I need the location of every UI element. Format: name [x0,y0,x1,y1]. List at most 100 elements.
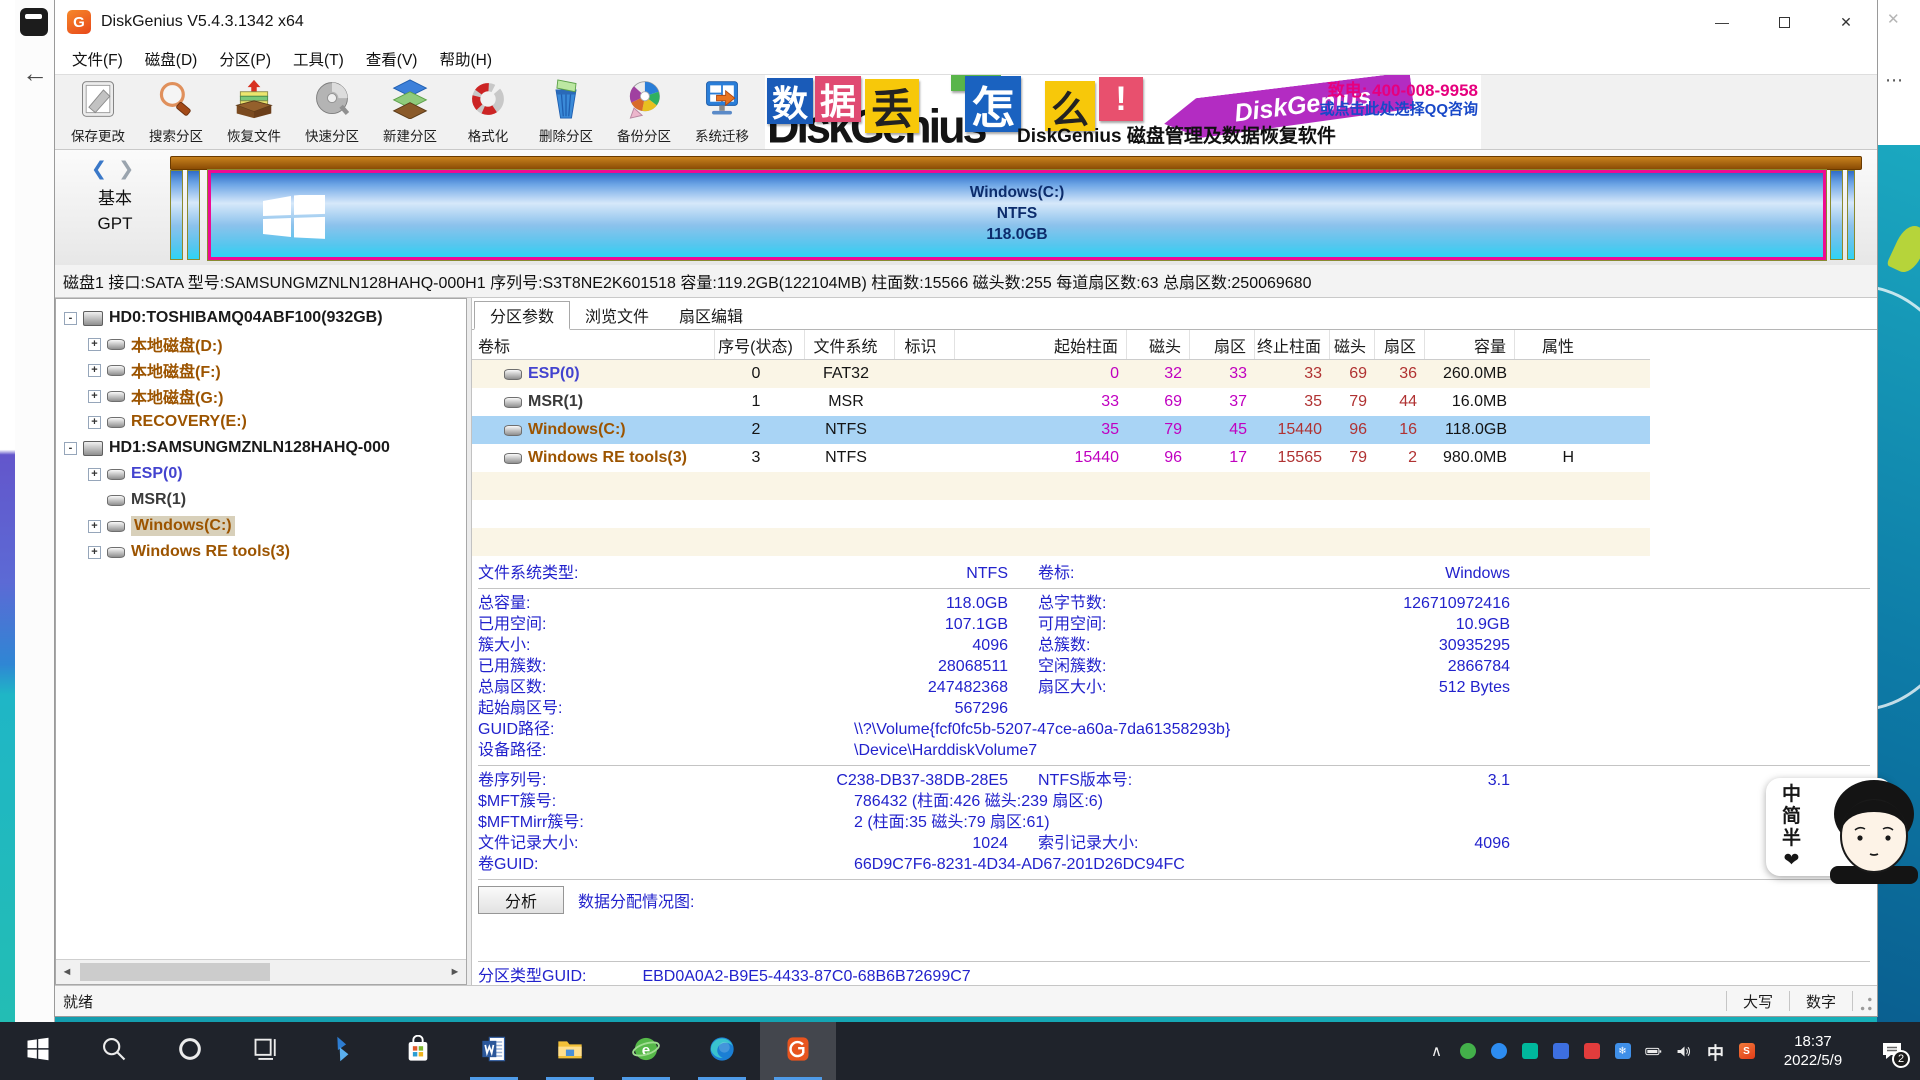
toolbar-button-备份分区[interactable]: 备份分区 [605,76,683,148]
table-row-Windows(C:)[interactable]: Windows(C:)2NTFS357945154409616118.0GB [472,416,1650,444]
menu-item-2[interactable]: 分区(P) [208,45,282,73]
table-row-ESP(0)[interactable]: ESP(0)0FAT3203233336936260.0MB [472,360,1650,388]
analyze-button[interactable]: 分析 [478,886,564,914]
toolbar-button-快速分区[interactable]: 快速分区 [293,76,371,148]
scroll-left-icon[interactable]: ◄ [56,960,78,984]
prev-disk-arrow[interactable]: ❮ [91,159,107,180]
next-disk-arrow[interactable]: ❯ [118,159,134,180]
tab-分区参数[interactable]: 分区参数 [474,301,570,330]
snowflake-tray-icon[interactable]: ❄ [1607,1022,1638,1080]
scroll-right-icon[interactable]: ► [444,960,466,984]
menu-item-5[interactable]: 帮助(H) [428,45,503,73]
expand-icon[interactable]: + [88,546,101,559]
taskbar-app-cortana[interactable] [152,1022,228,1080]
column-header-属性[interactable]: 属性 [1515,330,1582,359]
sogou-icon[interactable]: S [1731,1022,1762,1080]
menu-item-0[interactable]: 文件(F) [61,45,134,73]
tray-app-teal[interactable] [1514,1022,1545,1080]
column-header-卷标[interactable]: 卷标 [472,330,715,359]
taskbar-app-start[interactable] [0,1022,76,1080]
toolbar-button-格式化[interactable]: 格式化 [449,76,527,148]
column-header-终止柱面[interactable]: 终止柱面 [1255,330,1330,359]
column-header-文件系统[interactable]: 文件系统 [805,330,895,359]
tree-item-本地磁盘(F:)[interactable]: +本地磁盘(F:) [56,357,466,383]
taskbar-app-explorer[interactable] [532,1022,608,1080]
taskbar-app-search[interactable] [76,1022,152,1080]
promo-banner[interactable]: DiskGenius 数据丢怎么!DiskGenius 致电: 400-008-… [765,75,1481,149]
taskbar-clock[interactable]: 18:37 2022/5/9 [1768,1032,1858,1070]
taskbar-app-task-view[interactable] [228,1022,304,1080]
column-header-扇区[interactable]: 扇区 [1375,330,1425,359]
banner-qq-link[interactable]: 或点击此处选择QQ咨询 [1320,98,1478,119]
expand-icon[interactable]: + [88,364,101,377]
tree-item-HD0:TOSHIBAMQ04ABF100(932GB)[interactable]: -HD0:TOSHIBAMQ04ABF100(932GB) [56,305,466,331]
close-button[interactable]: ✕ [1815,0,1877,44]
tree-item-本地磁盘(G:)[interactable]: +本地磁盘(G:) [56,383,466,409]
expand-icon[interactable]: + [88,468,101,481]
toolbar-button-恢复文件[interactable]: 恢复文件 [215,76,293,148]
tray-app-blue[interactable] [1483,1022,1514,1080]
taskbar-app-feishu[interactable] [304,1022,380,1080]
taskbar-app-ie-browser[interactable]: e [608,1022,684,1080]
expand-icon[interactable]: + [88,416,101,429]
partition-bar-re-tools[interactable] [1830,170,1843,260]
taskbar-app-edge[interactable] [684,1022,760,1080]
scrollbar-thumb[interactable] [80,963,270,981]
table-row-Windows RE tools(3)[interactable]: Windows RE tools(3)3NTFS1544096171556579… [472,444,1650,472]
table-row-MSR(1)[interactable]: MSR(1)1MSR33693735794416.0MB [472,388,1650,416]
tree-item-本地磁盘(D:)[interactable]: +本地磁盘(D:) [56,331,466,357]
taskbar-app-store[interactable] [380,1022,456,1080]
battery-icon[interactable] [1638,1022,1669,1080]
taskbar-app-word[interactable] [456,1022,532,1080]
expand-icon[interactable]: + [88,338,101,351]
empty-row [472,528,1650,556]
tree-horizontal-scrollbar[interactable]: ◄ ► [56,959,466,984]
column-header-磁头[interactable]: 磁头 [1127,330,1190,359]
menu-item-3[interactable]: 工具(T) [282,45,355,73]
tray-app-red[interactable] [1576,1022,1607,1080]
partition-bar-windows-c[interactable]: Windows(C:) NTFS 118.0GB [208,170,1826,260]
tree-item-HD1:SAMSUNGMZNLN128HAHQ-000[interactable]: -HD1:SAMSUNGMZNLN128HAHQ-000 [56,435,466,461]
search-partition-icon [154,79,198,124]
expand-icon[interactable]: + [88,390,101,403]
background-close-icon[interactable]: ✕ [1887,10,1900,28]
column-header-序号(状态)[interactable]: 序号(状态) [715,330,805,359]
partition-bar-esp[interactable] [170,170,183,260]
tree-item-MSR(1)[interactable]: MSR(1) [56,487,466,513]
toolbar-button-系统迁移[interactable]: 系统迁移 [683,76,761,148]
resize-grip[interactable] [1853,986,1877,1016]
tree-item-Windows RE tools(3)[interactable]: +Windows RE tools(3) [56,539,466,565]
back-arrow-icon[interactable]: ← [22,58,48,89]
tab-扇区编辑[interactable]: 扇区编辑 [664,300,758,329]
volume-icon[interactable] [1669,1022,1700,1080]
menu-item-4[interactable]: 查看(V) [355,45,429,73]
hidden-icons-chevron[interactable]: ∧ [1421,1022,1452,1080]
column-header-容量[interactable]: 容量 [1425,330,1515,359]
maximize-button[interactable] [1753,0,1815,44]
menu-item-1[interactable]: 磁盘(D) [134,45,209,73]
tray-app-green[interactable] [1452,1022,1483,1080]
collapse-icon[interactable]: - [64,442,77,455]
notification-center-icon[interactable]: 2 [1864,1022,1920,1080]
partition-bar-msr[interactable] [187,170,200,260]
toolbar-button-新建分区[interactable]: 新建分区 [371,76,449,148]
toolbar-button-保存更改[interactable]: 保存更改 [59,76,137,148]
tree-item-Windows(C:)[interactable]: +Windows(C:) [56,513,466,539]
toolbar-button-搜索分区[interactable]: 搜索分区 [137,76,215,148]
tray-app-indigo[interactable] [1545,1022,1576,1080]
ime-mode[interactable]: 中 [1700,1022,1731,1080]
tab-浏览文件[interactable]: 浏览文件 [570,300,664,329]
column-header-起始柱面[interactable]: 起始柱面 [955,330,1127,359]
column-header-标识[interactable]: 标识 [895,330,955,359]
column-header-扇区[interactable]: 扇区 [1190,330,1255,359]
tree-item-ESP(0)[interactable]: +ESP(0) [56,461,466,487]
disk-header-bar[interactable] [170,156,1862,170]
expand-icon[interactable]: + [88,520,101,533]
taskbar-app-diskgenius[interactable] [760,1022,836,1080]
tree-item-RECOVERY(E:)[interactable]: +RECOVERY(E:) [56,409,466,435]
collapse-icon[interactable]: - [64,312,77,325]
column-header-磁头[interactable]: 磁头 [1330,330,1375,359]
toolbar-button-删除分区[interactable]: 删除分区 [527,76,605,148]
more-options-icon[interactable]: ⋯ [1885,70,1904,91]
minimize-button[interactable]: — [1691,0,1753,44]
